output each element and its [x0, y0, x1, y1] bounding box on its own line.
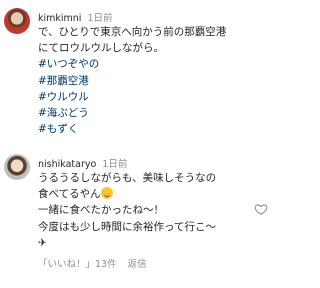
- timestamp: 1日前: [102, 159, 128, 170]
- hashtag-link[interactable]: #那覇空港: [38, 73, 226, 89]
- comment-line-text: 食べてるやん: [38, 188, 101, 201]
- comment-text: うるうるしながらも、美味しそうなの 食べてるやん 一緒に食べたかったね〜！ 今度…: [38, 170, 216, 251]
- hashtag-link[interactable]: #いつぞやの: [38, 56, 226, 72]
- grinning-sweat-emoji-icon: [100, 187, 113, 200]
- avatar[interactable]: [4, 154, 30, 180]
- comment-text: で、ひとりで東京へ向かう前の那覇空港 にてロウルウルしながら。 #いつぞやの #…: [38, 24, 226, 137]
- hashtag-link[interactable]: #海ぶどう: [38, 105, 226, 121]
- avatar[interactable]: [4, 8, 30, 34]
- comment-footer: 「いいね！」13件 返信: [38, 256, 155, 270]
- heart-outline-icon[interactable]: [254, 202, 268, 216]
- comment-line: 一緒に食べたかったね〜！: [38, 204, 164, 217]
- comment-header: nishikataryo 1日前: [38, 156, 127, 170]
- username[interactable]: nishikataryo: [38, 159, 96, 170]
- timestamp: 1日前: [87, 13, 113, 24]
- comment-line: 食べてるやん: [38, 186, 216, 202]
- like-count-link[interactable]: 「いいね！」13件: [38, 259, 117, 270]
- hashtag-link[interactable]: #もずく: [38, 121, 226, 137]
- comment-line: にてロウルウルしながら。: [38, 42, 164, 55]
- comment-line: で、ひとりで東京へ向かう前の那覇空港: [38, 26, 227, 38]
- comment-line: 今度はも少し時間に余裕作って行こ〜: [38, 220, 216, 233]
- reply-button[interactable]: 返信: [128, 259, 147, 270]
- hashtag-link[interactable]: #ウルウル: [38, 89, 226, 105]
- comment-header: kimkimni 1日前: [38, 10, 113, 24]
- username[interactable]: kimkimni: [38, 13, 81, 24]
- comment-line: うるうるしながらも、美味しそうなの: [38, 172, 217, 184]
- airplane-icon: ✈: [38, 236, 47, 249]
